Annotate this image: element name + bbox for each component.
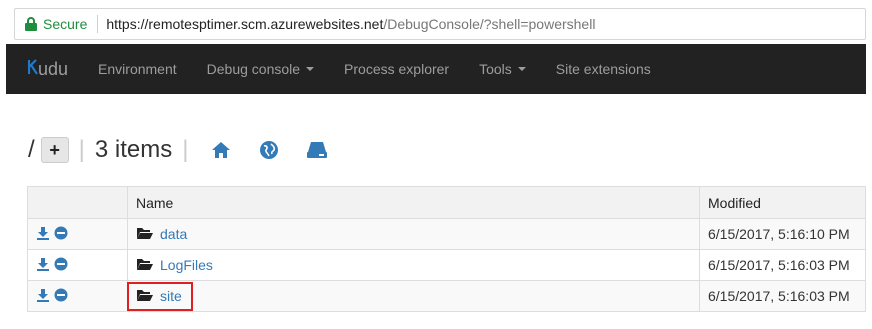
nav-tools-label: Tools (479, 61, 512, 77)
delete-icon[interactable] (54, 288, 68, 305)
modified-column-header[interactable]: Modified (699, 186, 866, 219)
url-path: /DebugConsole/?shell=powershell (383, 16, 596, 32)
actions-column-header (27, 186, 128, 219)
home-icon[interactable] (207, 136, 235, 164)
kudu-brand[interactable]: udu (27, 58, 69, 80)
url-host: https://remotesptimer.scm.azurewebsites.… (106, 16, 384, 32)
drive-icon[interactable] (303, 136, 331, 164)
download-icon[interactable] (36, 226, 50, 243)
row-actions (27, 249, 128, 281)
name-column-header[interactable]: Name (127, 186, 700, 219)
modified-cell: 6/15/2017, 5:16:10 PM (699, 218, 866, 250)
folder-open-icon (136, 257, 154, 274)
nav-environment[interactable]: Environment (98, 61, 177, 77)
globe-icon[interactable] (255, 136, 283, 164)
table-header-row: Name Modified (27, 186, 866, 219)
file-toolbar: / + | 3 items | (28, 134, 331, 166)
delete-icon[interactable] (54, 226, 68, 243)
address-divider (97, 15, 99, 33)
brand-text: udu (38, 58, 69, 79)
modified-cell: 6/15/2017, 5:16:03 PM (699, 280, 866, 312)
nav-debug-console-label: Debug console (206, 61, 301, 77)
current-path[interactable]: / (28, 136, 35, 164)
items-count: 3 items (94, 136, 173, 163)
download-icon[interactable] (36, 257, 50, 274)
modified-cell: 6/15/2017, 5:16:03 PM (699, 249, 866, 281)
chevron-down-icon (306, 67, 315, 71)
name-cell[interactable]: LogFiles (127, 249, 700, 281)
folder-link-logfiles[interactable]: LogFiles (160, 257, 213, 273)
folder-link-data[interactable]: data (160, 226, 187, 242)
nav-site-extensions-label: Site extensions (555, 61, 651, 77)
chevron-down-icon (517, 67, 526, 71)
kudu-logo-icon (27, 58, 38, 80)
highlight-annotation (127, 282, 193, 311)
name-cell[interactable]: site (127, 280, 700, 312)
nav-site-extensions[interactable]: Site extensions (556, 61, 651, 77)
add-button[interactable]: + (40, 137, 69, 163)
top-navbar: udu Environment Debug console Process ex… (6, 44, 866, 94)
nav-tools[interactable]: Tools (479, 61, 526, 77)
nav-process-explorer[interactable]: Process explorer (344, 61, 449, 77)
folder-open-icon (136, 226, 154, 243)
toolbar-divider: | (78, 136, 85, 163)
delete-icon[interactable] (54, 257, 68, 274)
table-row: LogFiles 6/15/2017, 5:16:03 PM (27, 249, 866, 281)
toolbar-divider: | (182, 136, 189, 163)
row-actions (27, 218, 128, 250)
secure-label: Secure (43, 16, 88, 32)
nav-process-explorer-label: Process explorer (344, 61, 450, 77)
download-icon[interactable] (36, 288, 50, 305)
lock-icon (25, 17, 37, 31)
address-bar[interactable]: Secure https://remotesptimer.scm.azurewe… (14, 8, 866, 40)
nav-environment-label: Environment (98, 61, 177, 77)
row-actions (27, 280, 128, 312)
table-row: data 6/15/2017, 5:16:10 PM (27, 218, 866, 250)
name-cell[interactable]: data (127, 218, 700, 250)
nav-debug-console[interactable]: Debug console (206, 61, 315, 77)
